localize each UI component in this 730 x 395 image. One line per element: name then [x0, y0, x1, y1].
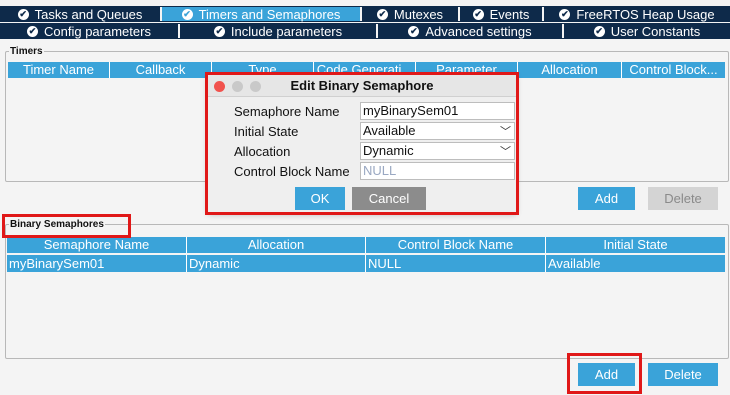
- check-circle-icon: ✔: [593, 25, 605, 37]
- check-circle-icon: ✔: [408, 25, 420, 37]
- control-block-cell: NULL: [366, 255, 546, 272]
- check-circle-icon: ✔: [27, 25, 39, 37]
- check-circle-icon: ✔: [376, 8, 388, 20]
- tab-freertos-heap-usage[interactable]: ✔ FreeRTOS Heap Usage: [544, 7, 730, 22]
- semaphores-delete-button[interactable]: Delete: [648, 363, 718, 386]
- semaphore-name-cell: myBinarySem01: [7, 255, 187, 272]
- timers-legend: Timers: [10, 46, 43, 57]
- highlight-box-add-button: [567, 353, 642, 394]
- highlight-box-dialog: [205, 72, 519, 215]
- check-circle-icon: ✔: [181, 8, 193, 20]
- tab-bar-secondary: ✔ Config parameters ✔ Include parameters ✔…: [0, 23, 730, 39]
- tab-advanced-settings[interactable]: ✔ Advanced settings: [378, 24, 564, 39]
- check-circle-icon: ✔: [17, 8, 29, 20]
- column-header[interactable]: Semaphore Name: [7, 237, 187, 253]
- highlight-box-legend: [2, 214, 131, 238]
- tab-config-parameters[interactable]: ✔ Config parameters: [0, 24, 180, 39]
- tab-events[interactable]: ✔ Events: [460, 7, 544, 22]
- column-header[interactable]: Timer Name: [8, 62, 110, 78]
- tab-timers-and-semaphores[interactable]: ✔ Timers and Semaphores: [162, 7, 362, 22]
- initial-state-cell: Available: [548, 256, 601, 271]
- tab-user-constants[interactable]: ✔ User Constants: [564, 24, 730, 39]
- tab-tasks-and-queues[interactable]: ✔ Tasks and Queues: [0, 7, 162, 22]
- column-header[interactable]: Allocation: [518, 62, 622, 78]
- column-header[interactable]: Initial State: [546, 237, 725, 253]
- tab-mutexes[interactable]: ✔ Mutexes: [362, 7, 460, 22]
- check-circle-icon: ✔: [213, 25, 225, 37]
- column-header[interactable]: Control Block...: [622, 62, 725, 78]
- check-circle-icon: ✔: [472, 8, 484, 20]
- tab-bar-primary: ✔ Tasks and Queues ✔ Timers and Semaphores…: [0, 6, 730, 22]
- tab-include-parameters[interactable]: ✔ Include parameters: [180, 24, 378, 39]
- column-header[interactable]: Control Block Name: [366, 237, 546, 253]
- column-header[interactable]: Allocation: [187, 237, 366, 253]
- timers-add-button[interactable]: Add: [578, 187, 635, 210]
- timers-delete-button[interactable]: Delete: [648, 187, 718, 210]
- allocation-cell: Dynamic: [187, 255, 366, 272]
- semaphores-table-header: Semaphore Name Allocation Control Block …: [7, 237, 725, 253]
- table-row[interactable]: myBinarySem01 Dynamic NULL Available: [7, 255, 725, 272]
- column-header[interactable]: Callback: [110, 62, 212, 78]
- check-circle-icon: ✔: [559, 8, 571, 20]
